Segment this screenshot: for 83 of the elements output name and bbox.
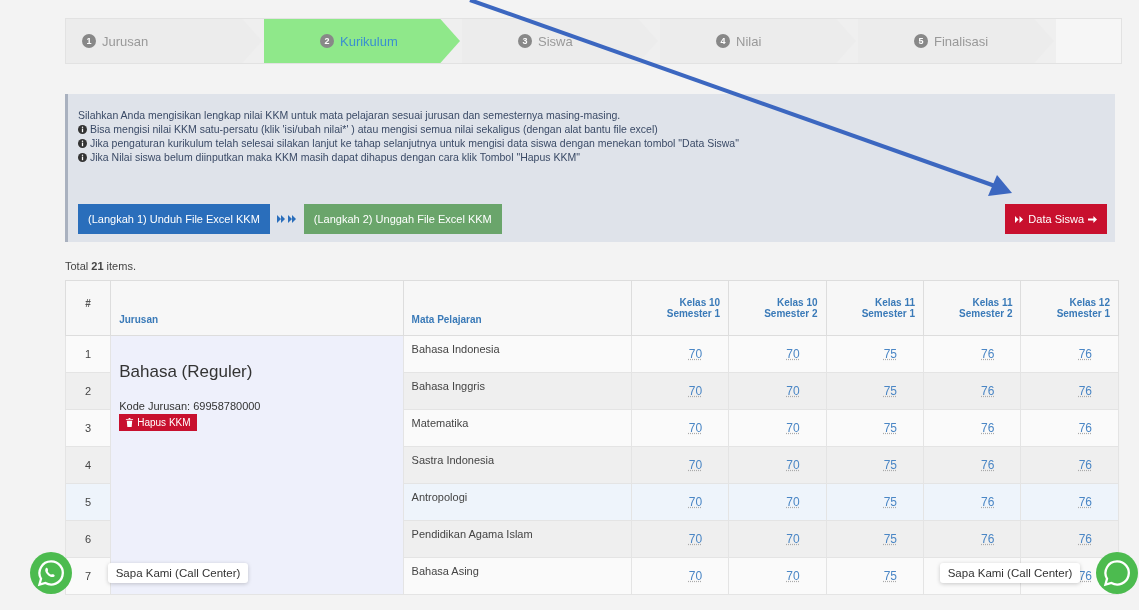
- table-cell: Bahasa Indonesia: [403, 335, 632, 373]
- table-cell: Bahasa Asing: [403, 557, 632, 595]
- info-text: Bisa mengisi nilai KKM satu-persatu (klik 'isi/ubah nilai*' ) atau mengisi semua nilai sekaligus (dengan alat bantu file excel): [90, 122, 658, 136]
- whatsapp-icon[interactable]: [30, 552, 72, 594]
- table-cell: 1: [65, 335, 111, 373]
- grade-link[interactable]: 76: [981, 495, 995, 509]
- upload-button[interactable]: (Langkah 2) Unggah File Excel KKM: [303, 204, 502, 234]
- chat-tooltip: Sapa Kami (Call Center): [940, 563, 1080, 583]
- grade-link[interactable]: 70: [688, 421, 703, 435]
- grade-link[interactable]: 70: [786, 458, 800, 472]
- chat-tooltip: Sapa Kami (Call Center): [108, 563, 248, 583]
- grade-link[interactable]: 70: [786, 532, 800, 546]
- grade-link[interactable]: 75: [883, 495, 897, 509]
- grade-link[interactable]: 76: [1078, 458, 1092, 472]
- column-header[interactable]: Kelas 10 Semester 2: [728, 280, 827, 336]
- column-header[interactable]: Kelas 11 Semester 2: [923, 280, 1021, 336]
- grade-link[interactable]: 70: [688, 495, 703, 509]
- info-icon: [78, 138, 87, 148]
- grade-link[interactable]: 70: [688, 384, 703, 398]
- step-number: 4: [716, 34, 730, 48]
- step-number: 1: [82, 34, 96, 48]
- column-header[interactable]: Jurusan: [110, 280, 404, 336]
- download-button[interactable]: (Langkah 1) Unduh File Excel KKM: [78, 204, 270, 234]
- info-icon: [78, 124, 87, 134]
- grade-link[interactable]: 76: [1078, 532, 1092, 546]
- grade-link[interactable]: 76: [1078, 569, 1092, 583]
- double-chevron-icon: [275, 215, 298, 223]
- grade-link[interactable]: 70: [786, 569, 800, 583]
- step-number: 5: [914, 34, 928, 48]
- grade-link[interactable]: 75: [883, 347, 897, 361]
- whatsapp-icon[interactable]: [1096, 552, 1138, 594]
- info-icon: [78, 152, 87, 162]
- delete-button[interactable]: Hapus KKM: [119, 414, 197, 431]
- grade-link[interactable]: 70: [688, 532, 703, 546]
- info-text: Silahkan Anda mengisikan lengkap nilai KKM untuk mata pelajaran sesuai jurusan dan semesternya masing-masing.: [78, 108, 622, 122]
- grade-link[interactable]: 70: [786, 347, 800, 361]
- wizard-step[interactable]: 2 Kurikulum: [264, 19, 460, 63]
- next-button[interactable]: Data Siswa: [1005, 204, 1107, 234]
- info-text: Jika pengaturan kurikulum telah selesai silakan lanjut ke tahap selanjutnya untuk mengisi data siswa dengan menekan tombol "Data Siswa": [90, 136, 739, 150]
- column-header: #: [65, 280, 111, 336]
- column-header[interactable]: Kelas 11 Semester 1: [826, 280, 924, 336]
- grade-link[interactable]: 75: [883, 384, 897, 398]
- table-cell: 3: [65, 409, 111, 447]
- table-cell: 4: [65, 446, 111, 484]
- grade-link[interactable]: 76: [981, 421, 995, 435]
- grade-link[interactable]: 76: [981, 458, 995, 472]
- grade-link[interactable]: 70: [688, 347, 703, 361]
- step-number: 2: [320, 34, 334, 48]
- table-cell: Sastra Indonesia: [403, 446, 632, 484]
- grade-link[interactable]: 75: [883, 421, 897, 435]
- table-cell: 6: [65, 520, 111, 558]
- column-header[interactable]: Kelas 12 Semester 1: [1020, 280, 1119, 336]
- major-name: Bahasa (Reguler): [119, 362, 254, 382]
- column-header[interactable]: Mata Pelajaran: [403, 280, 632, 336]
- grade-link[interactable]: 70: [688, 458, 703, 472]
- grade-link[interactable]: 76: [1078, 384, 1092, 398]
- double-chevron-icon: [1015, 214, 1025, 224]
- table-cell: Pendidikan Agama Islam: [403, 520, 632, 558]
- major-code: Kode Jurusan: 69958780000: [119, 400, 262, 412]
- grade-link[interactable]: 70: [786, 384, 800, 398]
- grade-link[interactable]: 76: [1078, 421, 1092, 435]
- table-cell: Antropologi: [403, 483, 632, 521]
- trash-icon: [125, 418, 135, 427]
- grade-link[interactable]: 75: [883, 569, 897, 583]
- grade-link[interactable]: 75: [883, 532, 897, 546]
- table-cell: 2: [65, 372, 111, 410]
- table-cell: Bahasa Inggris: [403, 372, 632, 410]
- grade-link[interactable]: 70: [786, 495, 800, 509]
- step-number: 3: [518, 34, 532, 48]
- item-count: Total 21 items.: [65, 260, 137, 272]
- grade-link[interactable]: 76: [981, 384, 995, 398]
- table-cell: 5: [65, 483, 111, 521]
- grade-link[interactable]: 76: [981, 532, 995, 546]
- arrow-right-icon: [1088, 214, 1097, 224]
- grade-link[interactable]: 76: [1078, 495, 1092, 509]
- table-cell: Matematika: [403, 409, 632, 447]
- grade-link[interactable]: 75: [883, 458, 897, 472]
- info-text: Jika Nilai siswa belum diinputkan maka KKM masih dapat dihapus dengan cara klik Tombol "Hapus KKM": [90, 150, 580, 164]
- column-header[interactable]: Kelas 10 Semester 1: [631, 280, 729, 336]
- grade-link[interactable]: 76: [981, 347, 995, 361]
- grade-link[interactable]: 70: [786, 421, 800, 435]
- grade-link[interactable]: 70: [688, 569, 703, 583]
- grade-link[interactable]: 76: [1078, 347, 1092, 361]
